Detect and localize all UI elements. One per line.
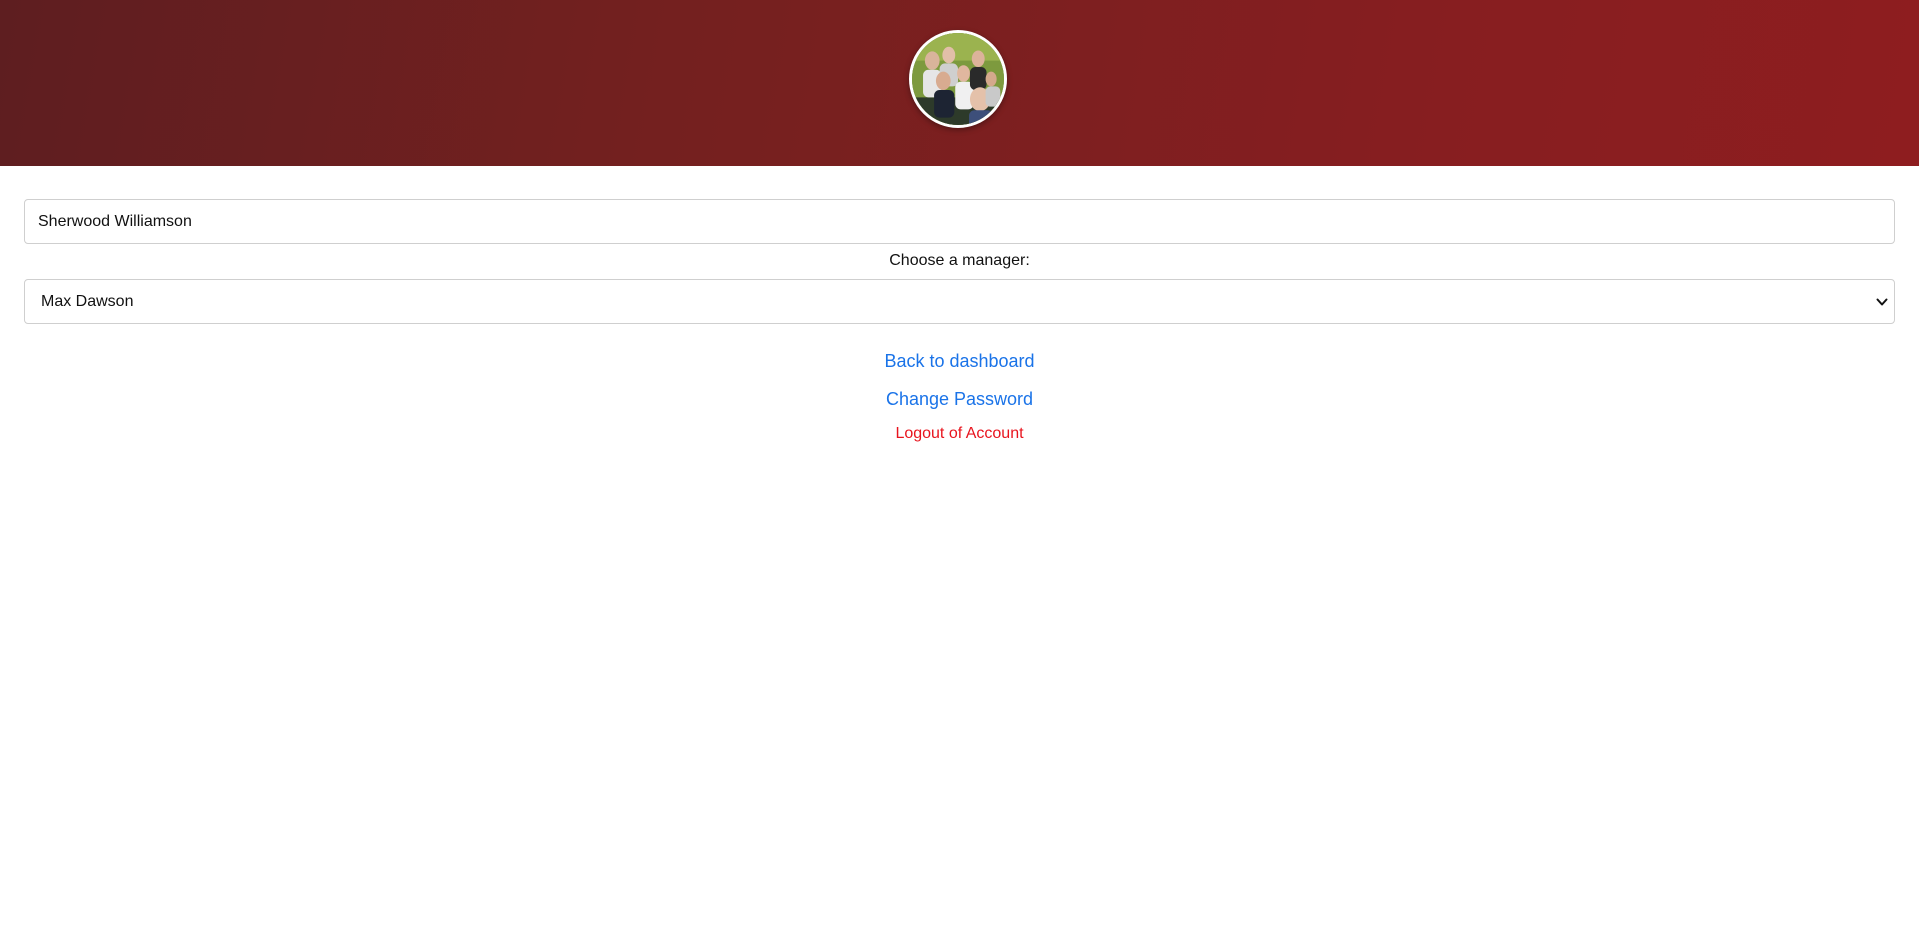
manager-select-value: Max Dawson xyxy=(41,293,134,310)
chevron-down-icon xyxy=(1876,298,1888,306)
profile-header xyxy=(0,0,1919,166)
avatar[interactable] xyxy=(909,30,1007,128)
logout-label: Logout of Account xyxy=(895,425,1024,442)
change-password-link[interactable]: Change Password xyxy=(0,389,1919,410)
avatar-photo xyxy=(912,33,1004,125)
name-input[interactable] xyxy=(24,199,1895,244)
change-password-label: Change Password xyxy=(885,389,1034,409)
logout-link[interactable]: Logout of Account xyxy=(0,425,1919,443)
manager-label: Choose a manager: xyxy=(889,252,1030,269)
back-to-dashboard-link[interactable]: Back to dashboard xyxy=(0,351,1919,372)
back-to-dashboard-label: Back to dashboard xyxy=(884,351,1035,371)
manager-select[interactable]: Max Dawson xyxy=(24,279,1895,324)
